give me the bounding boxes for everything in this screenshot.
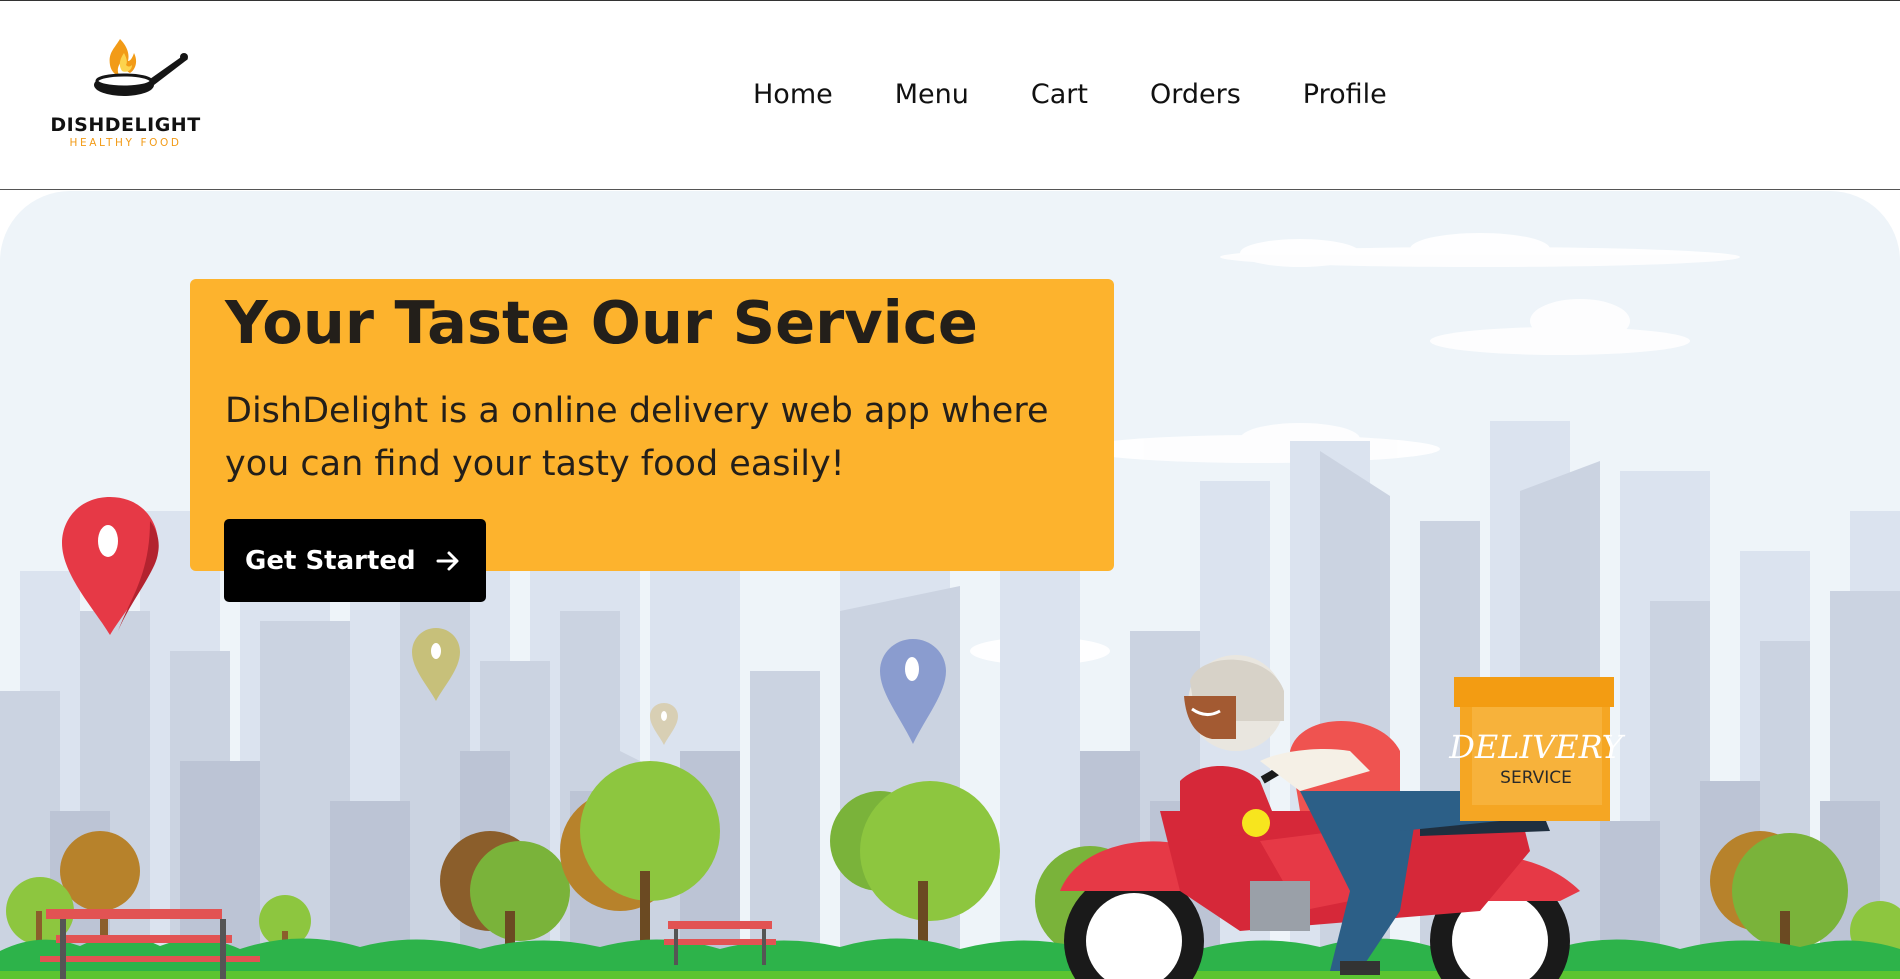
get-started-button[interactable]: Get Started [224,519,486,602]
delivery-box-sublabel: SERVICE [1500,768,1572,788]
get-started-label: Get Started [245,545,416,576]
main-nav: Home Menu Cart Orders Profile [753,79,1387,110]
nav-profile-link[interactable]: Profile [1303,79,1387,110]
nav-menu-link[interactable]: Menu [895,79,969,110]
brand-tagline: HEALTHY FOOD [69,137,182,149]
nav-cart-link[interactable]: Cart [1031,79,1088,110]
hero-description: DishDelight is a online delivery web app… [225,391,1049,484]
navbar: DISHDELIGHT HEALTHY FOOD Home Menu Cart … [0,1,1900,190]
nav-home-link[interactable]: Home [753,79,833,110]
flaming-pan-icon [94,39,188,96]
hero-title: Your Taste Our Service [225,288,978,357]
brand-logo[interactable]: DISHDELIGHT HEALTHY FOOD [38,31,213,155]
delivery-box: DELIVERY SERVICE [1448,677,1626,821]
nav-orders-link[interactable]: Orders [1150,79,1241,110]
delivery-box-label: DELIVERY [1448,728,1625,766]
brand-name: DISHDELIGHT [50,114,201,136]
arrow-right-icon [434,547,462,575]
